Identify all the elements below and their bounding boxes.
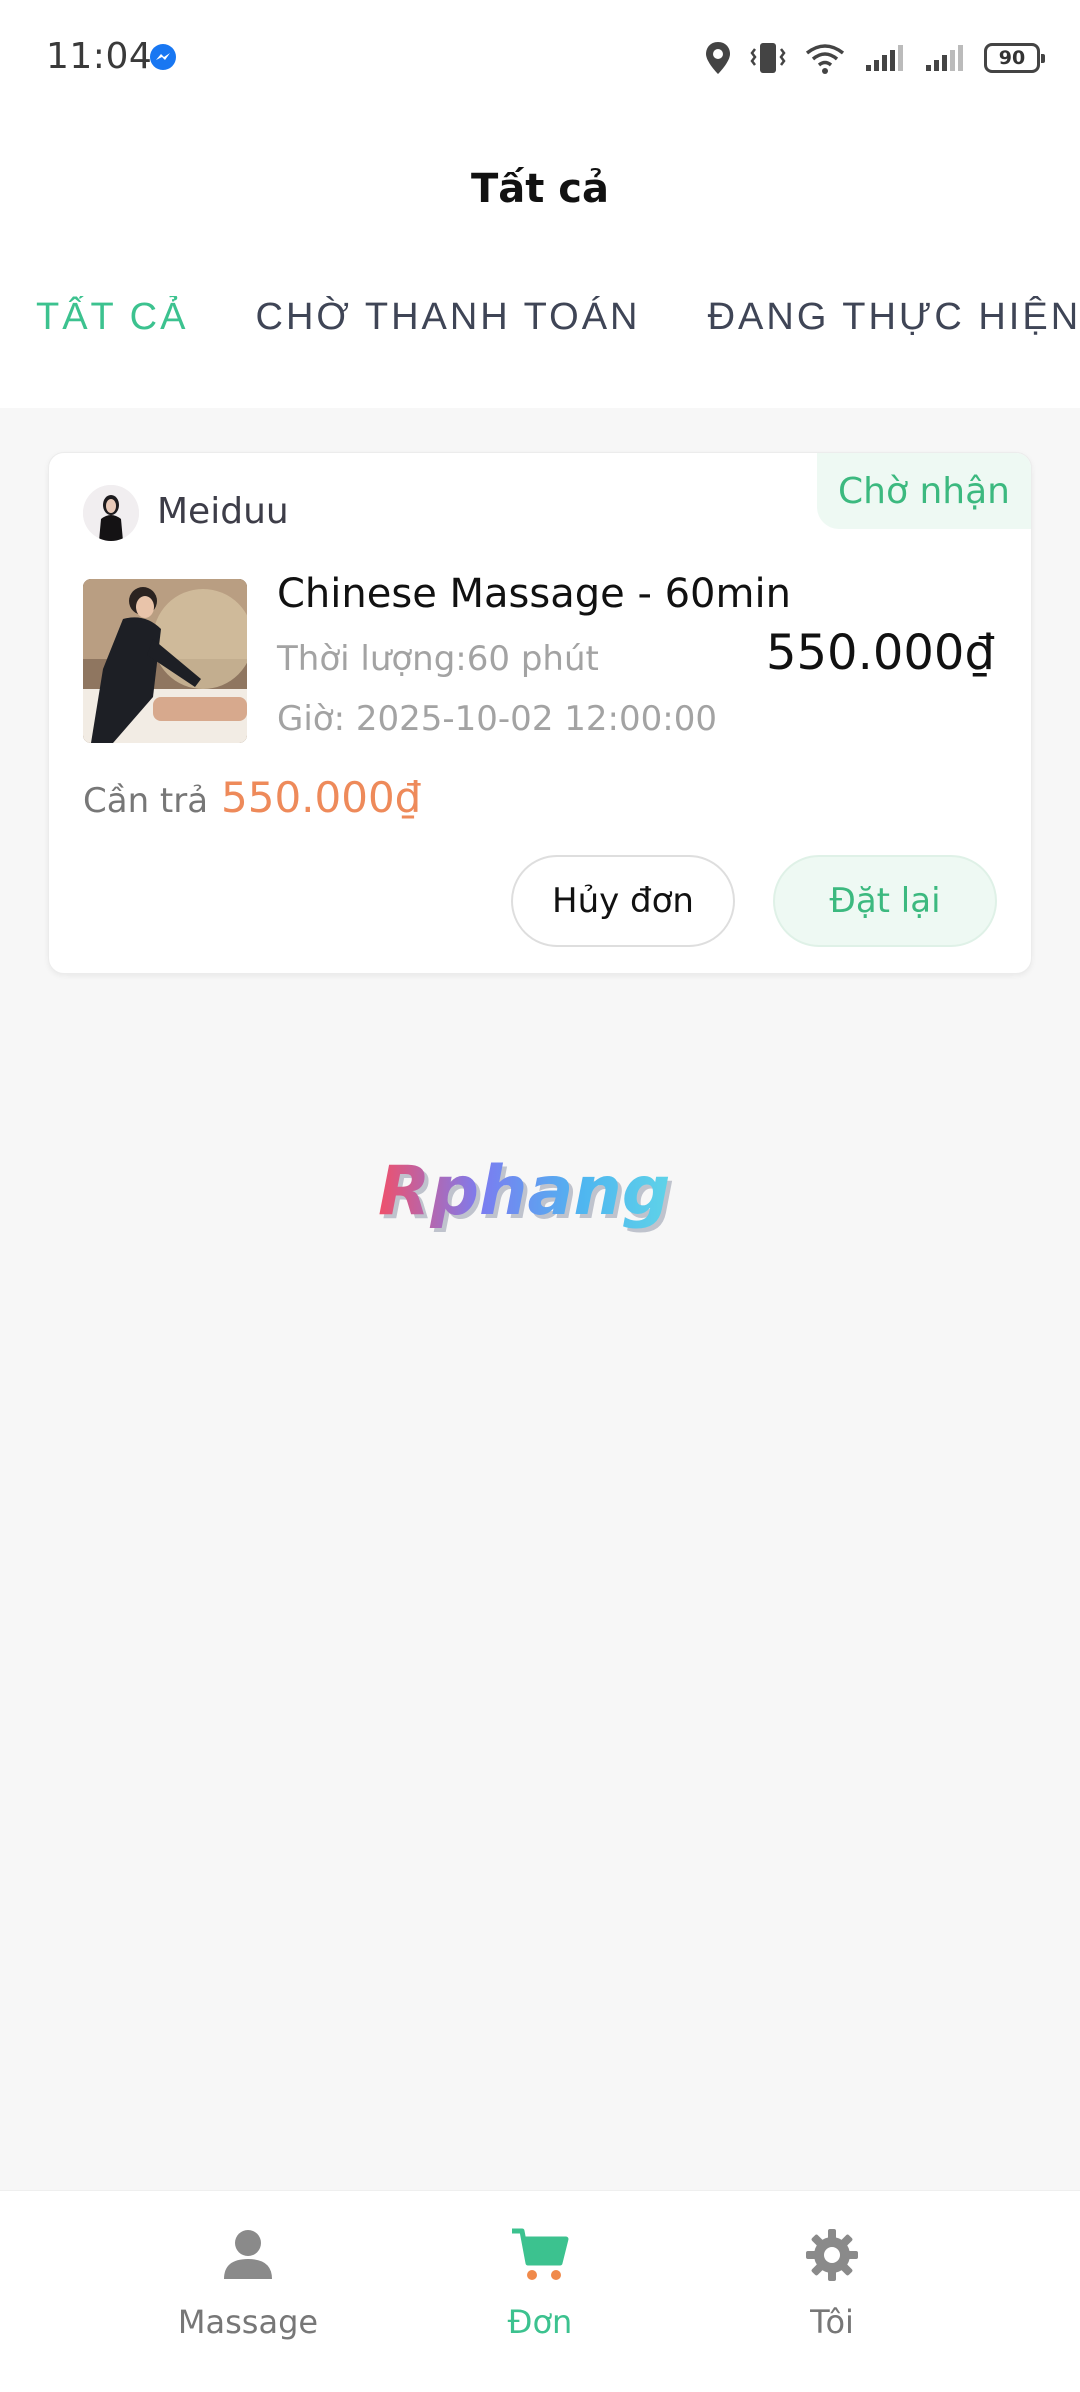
product-time: Giờ: 2025-10-02 12:00:00 (277, 699, 717, 739)
tab-in-progress[interactable]: ĐANG THỰC HIỆN (708, 296, 1080, 339)
status-bar: 11:04 90 (0, 0, 1080, 116)
page-title: Tất cả (470, 166, 610, 212)
messenger-icon (150, 44, 176, 70)
tab-pending-payment[interactable]: CHỜ THANH TOÁN (256, 296, 641, 339)
shop-avatar (83, 485, 139, 541)
rphang-logo: Rphang Rphang (378, 1152, 674, 1235)
wifi-icon (805, 44, 845, 74)
location-icon (706, 42, 730, 74)
product-duration: Thời lượng:60 phút (277, 639, 599, 679)
shop-name[interactable]: Meiduu (157, 491, 289, 532)
signal-icon (866, 45, 903, 71)
reorder-button[interactable]: Đặt lại (773, 855, 997, 947)
gear-icon (806, 2229, 858, 2281)
person-icon (224, 2230, 272, 2279)
nav-label-orders: Đơn (507, 2303, 573, 2341)
bottom-navigation: Massage Đơn Tôi (0, 2190, 1080, 2392)
battery-level: 90 (998, 47, 1026, 69)
status-icons: 90 (704, 38, 1045, 78)
svg-text:Rphang: Rphang (378, 1152, 670, 1231)
cancel-order-button[interactable]: Hủy đơn (511, 855, 735, 947)
amount-due-label: Cần trả (83, 781, 209, 821)
nav-item-massage[interactable]: Massage (148, 2223, 348, 2341)
nav-item-orders[interactable]: Đơn (440, 2223, 640, 2341)
product-price: 550.000₫ (765, 625, 995, 681)
order-status-badge: Chờ nhận (817, 453, 1031, 529)
vibrate-icon (750, 43, 786, 73)
signal-icon-2 (926, 45, 963, 71)
tab-all[interactable]: TẤT CẢ (36, 296, 188, 339)
amount-due-value: 550.000₫ (221, 773, 422, 822)
nav-item-me[interactable]: Tôi (732, 2223, 932, 2341)
product-thumbnail[interactable] (83, 579, 247, 743)
product-title[interactable]: Chinese Massage - 60min (277, 571, 791, 617)
status-time: 11:04 (46, 36, 153, 77)
nav-label-massage: Massage (177, 2303, 319, 2341)
battery-indicator: 90 (984, 43, 1045, 73)
order-tabs: TẤT CẢ CHỜ THANH TOÁN ĐANG THỰC HIỆN (36, 296, 1080, 352)
nav-label-me: Tôi (810, 2303, 854, 2341)
cart-icon (512, 2228, 569, 2280)
order-card[interactable]: Chờ nhận Meiduu Chinese Massage - 60min … (48, 452, 1032, 974)
